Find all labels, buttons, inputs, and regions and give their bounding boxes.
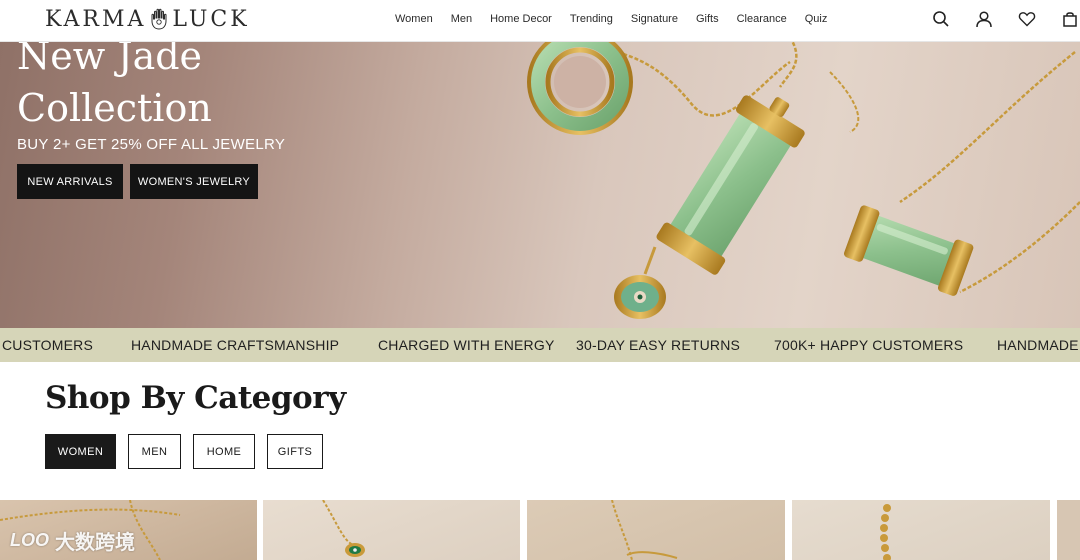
marquee-item: 30-DAY EASY RETURNS (576, 337, 741, 353)
hero-banner[interactable]: New Jade Collection BUY 2+ GET 25% OFF A… (0, 42, 1080, 328)
site-header: KARMA LUCK Women Men Home Decor Trending… (0, 0, 1080, 42)
marquee-item: 700K+ HAPPY CUSTOMERS (774, 337, 964, 353)
marquee-item: HANDMADE (997, 337, 1079, 353)
womens-jewelry-button[interactable]: WOMEN'S JEWELRY (130, 164, 258, 199)
account-icon[interactable] (974, 9, 994, 29)
nav-quiz[interactable]: Quiz (805, 13, 828, 25)
benefits-marquee: CUSTOMERS HANDMADE CRAFTSMANSHIP CHARGED… (0, 328, 1080, 362)
wishlist-heart-icon[interactable] (1017, 9, 1037, 29)
brand-name-right: LUCK (172, 6, 250, 32)
category-tab-home[interactable]: HOME (193, 434, 255, 469)
cart-bag-icon[interactable] (1060, 9, 1080, 29)
hamsa-hand-icon (151, 8, 167, 30)
header-icons (908, 8, 1080, 30)
search-icon[interactable] (931, 9, 951, 29)
marquee-item: HANDMADE CRAFTSMANSHIP (131, 337, 340, 353)
nav-men[interactable]: Men (451, 13, 472, 25)
nav-gifts[interactable]: Gifts (696, 13, 719, 25)
product-card[interactable] (263, 500, 520, 560)
watermark-logo: LOO (10, 530, 49, 550)
product-card[interactable] (527, 500, 785, 560)
marquee-item: CHARGED WITH ENERGY (378, 337, 555, 353)
nav-home-decor[interactable]: Home Decor (490, 13, 552, 25)
nav-signature[interactable]: Signature (631, 13, 678, 25)
category-tab-women[interactable]: WOMEN (45, 434, 116, 469)
product-card[interactable] (792, 500, 1050, 560)
nav-trending[interactable]: Trending (570, 13, 613, 25)
main-nav: Women Men Home Decor Trending Signature … (395, 0, 845, 38)
hero-title: New Jade Collection (17, 42, 212, 134)
category-tab-gifts[interactable]: GIFTS (267, 434, 323, 469)
new-arrivals-button[interactable]: NEW ARRIVALS (17, 164, 123, 199)
product-card[interactable] (1057, 500, 1080, 560)
hero-title-line1: New Jade (17, 42, 203, 78)
product-image (322, 500, 365, 557)
hero-title-line2: Collection (17, 86, 212, 130)
category-tab-men[interactable]: MEN (128, 434, 181, 469)
watermark-text: 大数跨境 (55, 532, 135, 554)
nav-women[interactable]: Women (395, 13, 433, 25)
watermark: LOO 大数跨境 (10, 526, 135, 555)
shop-by-category-heading: Shop By Category (45, 380, 346, 416)
brand-logo[interactable]: KARMA LUCK (45, 6, 250, 32)
product-image (880, 504, 891, 560)
hero-promo-text: BUY 2+ GET 25% OFF ALL JEWELRY (17, 136, 286, 153)
brand-name-left: KARMA (45, 6, 147, 32)
marquee-item: CUSTOMERS (2, 337, 93, 353)
nav-clearance[interactable]: Clearance (737, 13, 787, 25)
product-image (611, 500, 678, 560)
